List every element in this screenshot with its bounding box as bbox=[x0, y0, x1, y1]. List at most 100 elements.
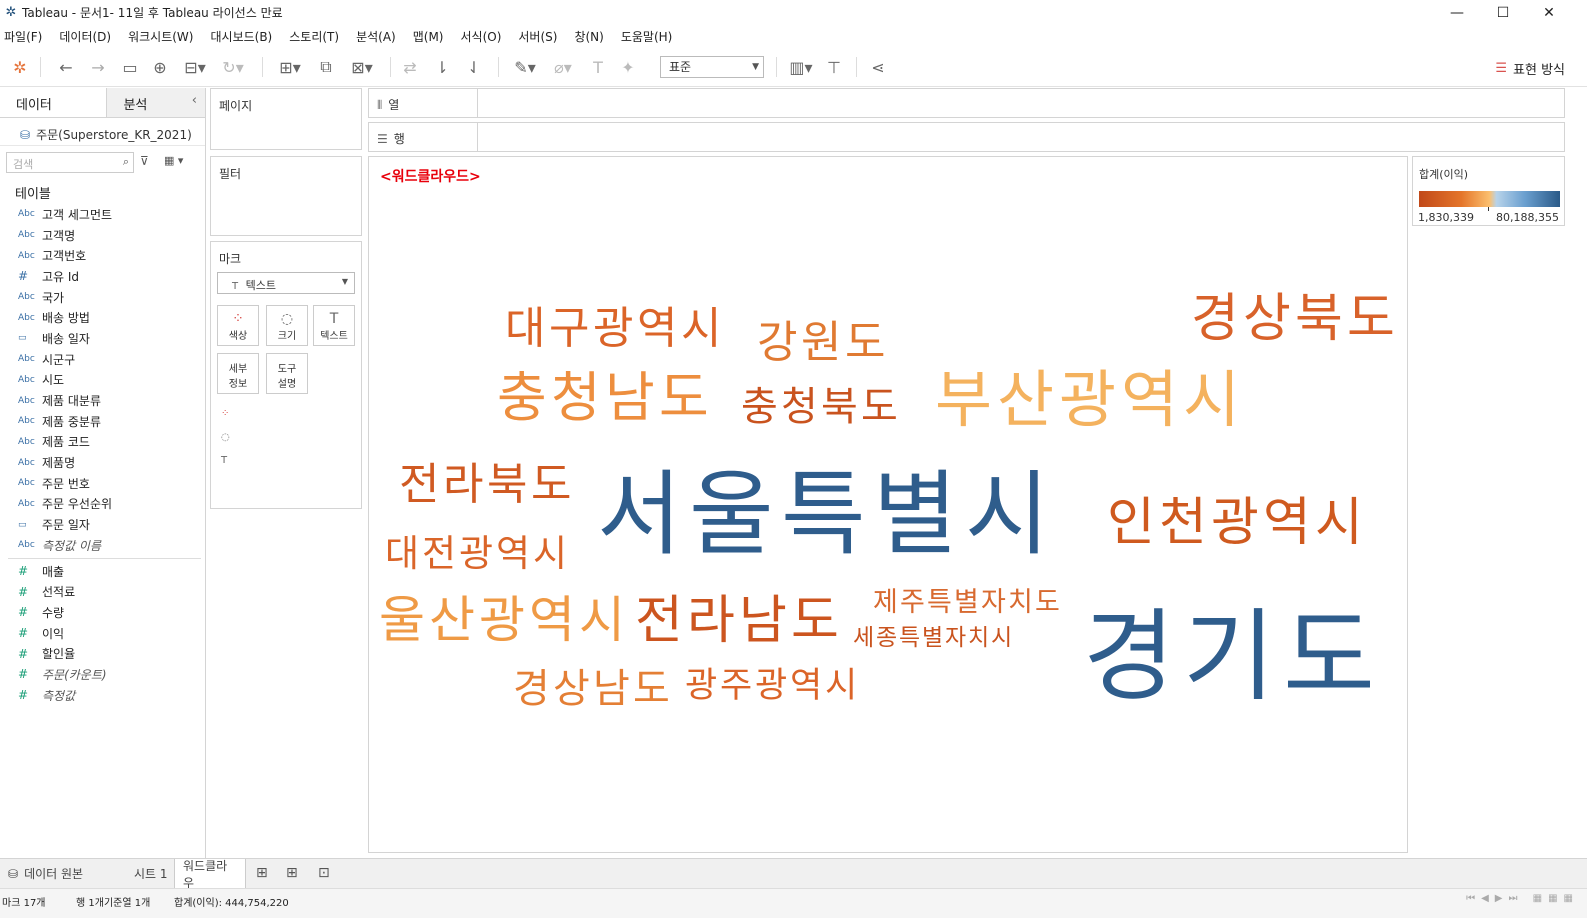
detail-button[interactable]: 세부 정보 bbox=[217, 353, 259, 394]
word-6[interactable]: 대구광역시 bbox=[505, 307, 725, 351]
pause-updates-icon[interactable]: ⊟▾ bbox=[180, 55, 210, 79]
new-datasource-icon[interactable]: ⊕ bbox=[148, 55, 172, 79]
field-item[interactable]: Abc 고객 세그먼트 bbox=[0, 204, 205, 225]
search-input[interactable]: 검색 ⌕ bbox=[6, 152, 134, 173]
color-button[interactable]: ⁘ 색상 bbox=[217, 305, 259, 346]
save-icon[interactable]: ▭ bbox=[118, 55, 142, 79]
clear-sheet-icon[interactable]: ⊠▾ bbox=[344, 55, 380, 79]
rows-shelf[interactable]: ☰ 행 bbox=[368, 122, 1565, 152]
filter-icon[interactable]: ⊽ bbox=[140, 154, 149, 168]
field-item[interactable]: ▭ 배송 일자 bbox=[0, 328, 205, 349]
menu-server[interactable]: 서버(S) bbox=[518, 28, 557, 45]
new-story-tab-icon[interactable]: ⊡ bbox=[318, 865, 330, 881]
menu-map[interactable]: 맵(M) bbox=[413, 28, 444, 45]
word-16[interactable]: 경상남도 bbox=[513, 669, 673, 709]
tab-data[interactable]: 데이터 bbox=[0, 88, 108, 117]
pill-count-sido[interactable]: 카운트(시도) bbox=[241, 428, 351, 447]
word-12[interactable]: 울산광역시 bbox=[379, 595, 629, 645]
field-item[interactable]: # 할인율 bbox=[0, 643, 205, 664]
show-labels-icon[interactable]: T bbox=[586, 55, 610, 79]
pages-card[interactable]: 페이지 bbox=[210, 88, 362, 150]
field-item[interactable]: Abc 제품 코드 bbox=[0, 432, 205, 453]
field-item[interactable]: Abc 시군구 bbox=[0, 349, 205, 370]
word-2[interactable]: 경기도 bbox=[1083, 607, 1383, 707]
menu-dashboard[interactable]: 대시보드(B) bbox=[210, 28, 272, 45]
view-options-icon[interactable]: ▦ ▾ bbox=[164, 154, 183, 167]
worksheet-view[interactable]: <워드클라우드> 서울특별시 경기도 부산광역시 인천광역시 경상북도 대구광역시 강원도 충… bbox=[368, 156, 1408, 853]
word-13[interactable]: 전라남도 bbox=[635, 595, 843, 647]
field-item[interactable]: Abc 주문 우선순위 bbox=[0, 494, 205, 515]
field-item[interactable]: Abc 배송 방법 bbox=[0, 307, 205, 328]
fix-axes-icon[interactable]: ✦ bbox=[616, 55, 640, 79]
menu-story[interactable]: 스토리(T) bbox=[289, 28, 339, 45]
redo-icon[interactable]: → bbox=[86, 55, 110, 79]
field-item[interactable]: Abc 시도 bbox=[0, 370, 205, 391]
word-14[interactable]: 제주특별자치도 bbox=[873, 589, 1062, 616]
menu-analysis[interactable]: 분석(A) bbox=[356, 28, 396, 45]
word-1[interactable]: 서울특별시 bbox=[597, 469, 1057, 561]
close-button[interactable]: ✕ bbox=[1526, 0, 1572, 25]
size-button[interactable]: ◌ 크기 bbox=[266, 305, 308, 346]
presentation-mode-icon[interactable]: ⊤ bbox=[822, 55, 846, 79]
word-4[interactable]: 인천광역시 bbox=[1107, 497, 1367, 549]
menu-window[interactable]: 창(N) bbox=[574, 28, 603, 45]
datasource-item[interactable]: ⛁ 주문(Superstore_KR_2021) bbox=[0, 118, 205, 146]
word-10[interactable]: 전라북도 bbox=[399, 463, 575, 507]
sort-ascending-icon[interactable]: ⇂ bbox=[430, 55, 454, 79]
word-7[interactable]: 강원도 bbox=[757, 321, 889, 365]
word-5[interactable]: 경상북도 bbox=[1191, 293, 1399, 345]
fit-dropdown[interactable]: 표준 ▼ bbox=[660, 56, 764, 78]
tab-wordcloud[interactable]: 워드클라우 bbox=[174, 859, 246, 890]
field-item[interactable]: Abc 제품 중분류 bbox=[0, 411, 205, 432]
pill-sum-profit[interactable]: 합계(이익) bbox=[241, 404, 351, 423]
tooltip-button[interactable]: 도구 설명 bbox=[266, 353, 308, 394]
sort-descending-icon[interactable]: ⇃ bbox=[462, 55, 486, 79]
field-item[interactable]: Abc 제품 대분류 bbox=[0, 390, 205, 411]
undo-icon[interactable]: ← bbox=[54, 55, 78, 79]
tab-analysis[interactable]: 분석 ‹ bbox=[107, 88, 205, 117]
color-legend[interactable]: 합계(이익) 1,830,339 80,188,355 bbox=[1412, 156, 1565, 226]
minimize-button[interactable]: — bbox=[1434, 0, 1480, 25]
field-item[interactable]: # 선적료 bbox=[0, 581, 205, 602]
field-item[interactable]: Abc 제품명 bbox=[0, 452, 205, 473]
word-15[interactable]: 세종특별자치시 bbox=[853, 627, 1014, 650]
show-cards-icon[interactable]: ▥▾ bbox=[784, 55, 818, 79]
pill-sido[interactable]: 시도 bbox=[241, 451, 351, 470]
menu-file[interactable]: 파일(F) bbox=[4, 28, 42, 45]
field-item[interactable]: Abc 측정값 이름 bbox=[0, 535, 205, 556]
field-item[interactable]: # 매출 bbox=[0, 561, 205, 582]
field-item[interactable]: ▭ 주문 일자 bbox=[0, 514, 205, 535]
new-worksheet-tab-icon[interactable]: ⊞ bbox=[256, 865, 268, 881]
menu-help[interactable]: 도움말(H) bbox=[621, 28, 673, 45]
share-icon[interactable]: ⋖ bbox=[866, 55, 890, 79]
new-dashboard-tab-icon[interactable]: ⊞ bbox=[286, 865, 298, 881]
field-item[interactable]: # 주문(카운트) bbox=[0, 664, 205, 685]
field-item[interactable]: Abc 고객명 bbox=[0, 225, 205, 246]
word-9[interactable]: 충청북도 bbox=[741, 387, 901, 427]
word-17[interactable]: 광주광역시 bbox=[685, 669, 860, 704]
new-worksheet-icon[interactable]: ⊞▾ bbox=[272, 55, 308, 79]
sheet-navigation-icons[interactable]: ⏮◀▶⏭ ▦▦▦ bbox=[1466, 893, 1579, 904]
menu-data[interactable]: 데이터(D) bbox=[59, 28, 111, 45]
tab-datasource[interactable]: ⛁ 데이터 원본 bbox=[0, 859, 126, 888]
field-item[interactable]: # 측정값 bbox=[0, 685, 205, 706]
collapse-pane-icon[interactable]: ‹ bbox=[192, 93, 197, 108]
field-item[interactable]: # 이익 bbox=[0, 623, 205, 644]
mark-type-dropdown[interactable]: T 텍스트 ▼ bbox=[217, 272, 355, 294]
highlight-icon[interactable]: ✎▾ bbox=[508, 55, 542, 79]
columns-shelf[interactable]: ⦀ 열 bbox=[368, 88, 1565, 118]
show-me-button[interactable]: ☰ 표현 방식 bbox=[1495, 59, 1565, 78]
group-icon[interactable]: ⌀▾ bbox=[546, 55, 580, 79]
duplicate-sheet-icon[interactable]: ⧉ bbox=[314, 55, 338, 79]
swap-rows-cols-icon[interactable]: ⇄ bbox=[398, 55, 422, 79]
field-item[interactable]: # 수량 bbox=[0, 602, 205, 623]
field-item[interactable]: Abc 고객번호 bbox=[0, 245, 205, 266]
tableau-home-icon[interactable]: ✲ bbox=[8, 55, 32, 79]
filters-card[interactable]: 필터 bbox=[210, 156, 362, 236]
word-8[interactable]: 충청남도 bbox=[497, 371, 713, 425]
tab-sheet1[interactable]: 시트 1 bbox=[126, 859, 176, 888]
field-item[interactable]: Abc 국가 bbox=[0, 287, 205, 308]
maximize-button[interactable]: ☐ bbox=[1480, 0, 1526, 25]
word-3[interactable]: 부산광역시 bbox=[935, 369, 1245, 431]
word-11[interactable]: 대전광역시 bbox=[385, 535, 570, 572]
